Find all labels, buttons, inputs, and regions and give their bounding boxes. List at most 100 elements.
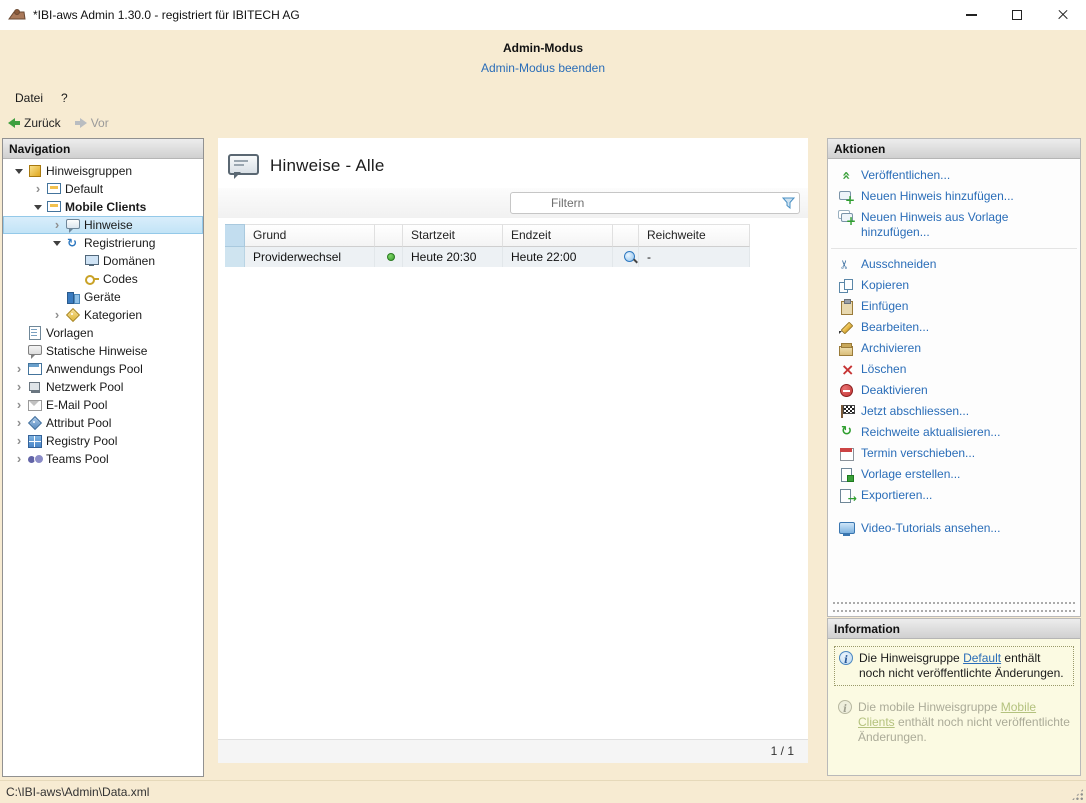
action-jetzt-abschliessen[interactable]: Jetzt abschliessen...	[828, 401, 1080, 422]
maximize-button[interactable]	[994, 0, 1040, 30]
window-resize-grip[interactable]	[1071, 788, 1084, 801]
action-video-tutorials[interactable]: Video-Tutorials ansehen...	[828, 518, 1080, 539]
action-neuen-hinweis-hinzufuegen[interactable]: Neuen Hinweis hinzufügen...	[828, 186, 1080, 207]
action-label: Jetzt abschliessen...	[861, 404, 969, 419]
tree-item-geraete[interactable]: Geräte	[3, 288, 203, 306]
column-header-endzeit[interactable]: Endzeit	[503, 224, 613, 247]
action-bearbeiten[interactable]: Bearbeiten...	[828, 317, 1080, 338]
tree-item-statische-hinweise[interactable]: Statische Hinweise	[3, 342, 203, 360]
column-header-startzeit[interactable]: Startzeit	[403, 224, 503, 247]
action-label: Einfügen	[861, 299, 908, 314]
hinweise-table: Grund Startzeit Endzeit Reichweite Provi…	[225, 224, 750, 267]
tree-item-label: Kategorien	[84, 308, 142, 322]
column-header-selector[interactable]	[225, 224, 245, 247]
tree-item-codes[interactable]: Codes	[3, 270, 203, 288]
exit-admin-mode-link[interactable]: Admin-Modus beenden	[481, 61, 605, 75]
expander-icon[interactable]	[51, 235, 63, 251]
action-ausschneiden[interactable]: Ausschneiden	[828, 254, 1080, 275]
actions-list: Veröffentlichen... Neuen Hinweis hinzufü…	[828, 159, 1080, 539]
action-label: Reichweite aktualisieren...	[861, 425, 1000, 440]
tree-item-email-pool[interactable]: E-Mail Pool	[3, 396, 203, 414]
column-header-reichweite[interactable]: Reichweite	[639, 224, 750, 247]
expander-icon[interactable]	[13, 397, 25, 413]
registry-pool-icon	[27, 434, 43, 448]
expander-icon[interactable]	[32, 181, 44, 197]
expander-icon[interactable]	[32, 199, 44, 215]
startzeit-cell: Heute 20:30	[403, 247, 503, 267]
kategorien-icon	[65, 308, 81, 322]
codes-icon	[84, 272, 100, 286]
refresh-reach-icon	[838, 425, 855, 440]
anwendungs-pool-icon	[27, 362, 43, 376]
expander-icon[interactable]	[13, 361, 25, 377]
tree-item-hinweise[interactable]: Hinweise	[3, 216, 203, 234]
close-button[interactable]	[1040, 0, 1086, 30]
forward-button[interactable]: Vor	[75, 116, 109, 130]
action-kopieren[interactable]: Kopieren	[828, 275, 1080, 296]
action-reichweite-aktualisieren[interactable]: Reichweite aktualisieren...	[828, 422, 1080, 443]
expander-icon[interactable]	[13, 415, 25, 431]
default-group-link[interactable]: Default	[963, 651, 1001, 665]
expander-spacer	[13, 325, 25, 341]
titlebar[interactable]: *IBI-aws Admin 1.30.0 - registriert für …	[0, 0, 1086, 30]
minimize-icon	[966, 14, 977, 15]
domaenen-icon	[84, 254, 100, 268]
hinweisgruppe-icon	[46, 182, 62, 196]
filter-input[interactable]	[510, 192, 800, 214]
tree-item-teams-pool[interactable]: Teams Pool	[3, 450, 203, 468]
tree-item-label: Domänen	[103, 254, 155, 268]
expander-icon[interactable]	[51, 307, 63, 323]
action-label: Ausschneiden	[861, 257, 936, 272]
netzwerk-pool-icon	[27, 380, 43, 394]
column-header-reach-icon[interactable]	[613, 224, 639, 247]
reichweite-cell: -	[639, 247, 750, 267]
panel-resize-grip[interactable]	[833, 596, 1075, 612]
navigation-header: Navigation	[3, 139, 203, 159]
teams-pool-icon	[27, 452, 43, 466]
tree-item-registry-pool[interactable]: Registry Pool	[3, 432, 203, 450]
info-text-before: Die Hinweisgruppe	[859, 651, 963, 665]
tree-item-vorlagen[interactable]: Vorlagen	[3, 324, 203, 342]
expander-icon[interactable]	[13, 379, 25, 395]
information-body: Die Hinweisgruppe Default enthält noch n…	[828, 639, 1080, 756]
action-exportieren[interactable]: Exportieren...	[828, 485, 1080, 506]
menu-datei[interactable]: Datei	[6, 88, 52, 108]
action-deaktivieren[interactable]: Deaktivieren	[828, 380, 1080, 401]
action-neuen-hinweis-aus-vorlage[interactable]: Neuen Hinweis aus Vorlage hinzufügen...	[828, 207, 1080, 243]
filter-box	[510, 192, 800, 214]
tree-item-registrierung[interactable]: Registrierung	[3, 234, 203, 252]
column-header-status[interactable]	[375, 224, 403, 247]
tree-item-default[interactable]: Default	[3, 180, 203, 198]
action-termin-verschieben[interactable]: Termin verschieben...	[828, 443, 1080, 464]
main-content-panel: Hinweise - Alle Grund Startzeit Endzeit …	[218, 138, 808, 763]
expander-icon[interactable]	[13, 433, 25, 449]
action-veroeffentlichen[interactable]: Veröffentlichen...	[828, 165, 1080, 186]
tree-item-domaenen[interactable]: Domänen	[3, 252, 203, 270]
table-row[interactable]: Providerwechsel Heute 20:30 Heute 22:00 …	[225, 247, 750, 267]
back-button[interactable]: Zurück	[8, 116, 61, 130]
minimize-button[interactable]	[948, 0, 994, 30]
tree-item-kategorien[interactable]: Kategorien	[3, 306, 203, 324]
action-label: Vorlage erstellen...	[861, 467, 960, 482]
info-icon-muted	[838, 700, 852, 714]
navigation-tree: Hinweisgruppen Default Mobile Clients Hi…	[3, 159, 203, 468]
action-archivieren[interactable]: Archivieren	[828, 338, 1080, 359]
expander-spacer	[70, 253, 82, 269]
action-label: Neuen Hinweis aus Vorlage hinzufügen...	[861, 210, 1046, 240]
tree-item-anwendungs-pool[interactable]: Anwendungs Pool	[3, 360, 203, 378]
action-vorlage-erstellen[interactable]: Vorlage erstellen...	[828, 464, 1080, 485]
nav-toolbar: Zurück Vor	[0, 109, 1086, 137]
action-loeschen[interactable]: Löschen	[828, 359, 1080, 380]
expander-icon[interactable]	[51, 217, 63, 233]
tree-item-hinweisgruppen[interactable]: Hinweisgruppen	[3, 162, 203, 180]
column-header-grund[interactable]: Grund	[245, 224, 375, 247]
expander-icon[interactable]	[13, 451, 25, 467]
tree-item-netzwerk-pool[interactable]: Netzwerk Pool	[3, 378, 203, 396]
tree-item-mobile-clients[interactable]: Mobile Clients	[3, 198, 203, 216]
action-einfuegen[interactable]: Einfügen	[828, 296, 1080, 317]
menu-help[interactable]: ?	[52, 88, 77, 108]
tree-item-attribut-pool[interactable]: Attribut Pool	[3, 414, 203, 432]
admin-mode-banner: Admin-Modus Admin-Modus beenden	[0, 30, 1086, 87]
expander-icon[interactable]	[13, 163, 25, 179]
create-template-icon	[838, 467, 855, 482]
